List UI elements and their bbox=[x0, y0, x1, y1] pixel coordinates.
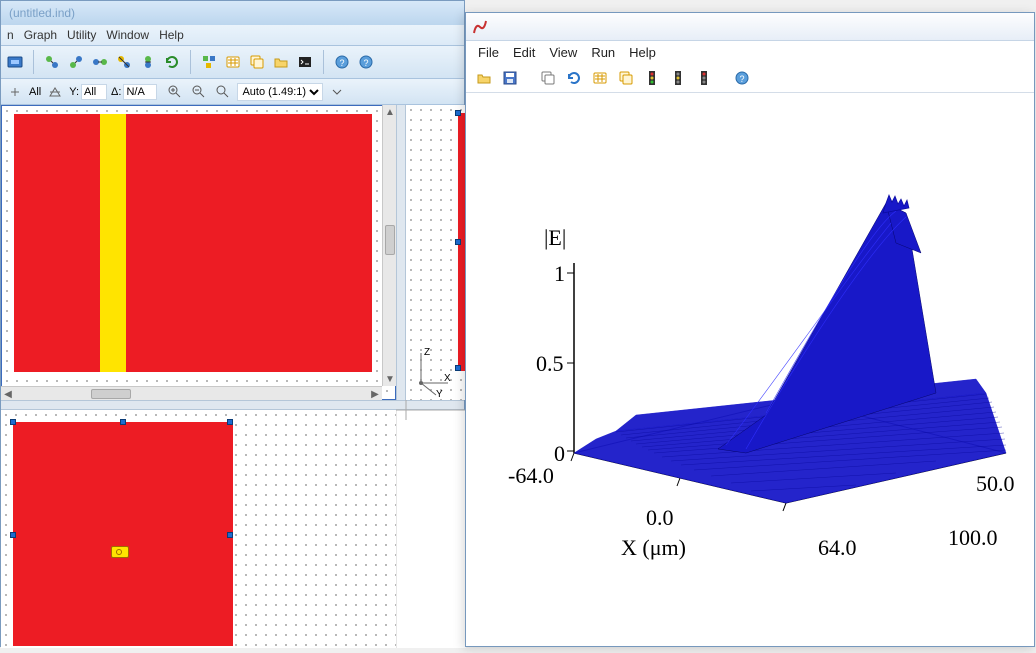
y-field: Y: bbox=[69, 84, 107, 100]
menu-item-help[interactable]: Help bbox=[629, 45, 656, 60]
help-icon[interactable]: ? bbox=[356, 52, 376, 72]
delta-label: Δ: bbox=[111, 86, 121, 98]
pane-top-xy[interactable] bbox=[1, 105, 396, 400]
menu-item-window[interactable]: Window bbox=[106, 28, 149, 42]
svg-text:Z: Z bbox=[424, 347, 430, 358]
plot-area[interactable]: |E| 1 0.5 0 -64.0 0.0 64.0 X (μm) 50.0 1… bbox=[466, 93, 1034, 646]
toolbar-icon[interactable] bbox=[199, 52, 219, 72]
toolbar-icon[interactable] bbox=[42, 52, 62, 72]
open-icon[interactable] bbox=[474, 68, 494, 88]
refresh-icon[interactable] bbox=[162, 52, 182, 72]
zoom-area-icon[interactable] bbox=[213, 82, 233, 102]
yellow-layer[interactable] bbox=[100, 114, 126, 372]
cad-toolbar: ? ? bbox=[1, 45, 464, 79]
zoom-select[interactable]: Auto (1.49:1) bbox=[237, 83, 323, 101]
zoom-in-icon[interactable] bbox=[165, 82, 185, 102]
terminal-icon[interactable] bbox=[295, 52, 315, 72]
cad-title: (untitled.ind) bbox=[9, 6, 75, 20]
cad-area: ◀ ▶ ▲ ▼ Z X Y bbox=[1, 105, 464, 646]
red-structure[interactable] bbox=[14, 114, 372, 372]
cad-window: (untitled.ind) n Graph Utility Window He… bbox=[0, 0, 465, 647]
splitter-horizontal[interactable] bbox=[1, 400, 464, 410]
svg-text:?: ? bbox=[339, 58, 344, 68]
axis-gizmo: Z X Y bbox=[406, 343, 456, 401]
cad-menubar: n Graph Utility Window Help bbox=[1, 25, 464, 45]
copy-icon[interactable] bbox=[247, 52, 267, 72]
run-step-icon[interactable] bbox=[668, 68, 688, 88]
resize-handle[interactable] bbox=[455, 239, 461, 245]
copy-icon[interactable] bbox=[538, 68, 558, 88]
circle-marker bbox=[116, 549, 122, 555]
toolbar-icon[interactable] bbox=[66, 52, 86, 72]
pane-bottom-right[interactable] bbox=[396, 410, 466, 648]
menu-item-view[interactable]: View bbox=[549, 45, 577, 60]
resize-handle[interactable] bbox=[227, 532, 233, 538]
y-label: Y: bbox=[69, 86, 79, 98]
resize-handle[interactable] bbox=[10, 419, 16, 425]
toolbar-separator bbox=[33, 50, 34, 74]
menu-item-utility[interactable]: Utility bbox=[67, 28, 96, 42]
plot-menubar: File Edit View Run Help bbox=[466, 41, 1034, 63]
resize-handle[interactable] bbox=[120, 419, 126, 425]
svg-text:Y: Y bbox=[436, 389, 443, 398]
delta-input[interactable] bbox=[123, 84, 157, 100]
delta-field: Δ: bbox=[111, 84, 157, 100]
toolbar-icon[interactable] bbox=[90, 52, 110, 72]
cad-titlebar: (untitled.ind) bbox=[1, 1, 464, 25]
copy-icon[interactable] bbox=[616, 68, 636, 88]
menu-item-run[interactable]: Run bbox=[591, 45, 615, 60]
scroll-down-icon[interactable]: ▼ bbox=[383, 372, 397, 386]
zoom-out-icon[interactable] bbox=[189, 82, 209, 102]
open-folder-icon[interactable] bbox=[271, 52, 291, 72]
toolbar-icon[interactable] bbox=[114, 52, 134, 72]
plot-window: File Edit View Run Help ? |E| 1 0.5 0 -6… bbox=[465, 12, 1035, 647]
resize-handle[interactable] bbox=[455, 110, 461, 116]
help-icon[interactable]: ? bbox=[332, 52, 352, 72]
all-label: All bbox=[29, 86, 41, 98]
collapse-icon[interactable] bbox=[5, 82, 25, 102]
resize-handle[interactable] bbox=[227, 419, 233, 425]
save-icon[interactable] bbox=[500, 68, 520, 88]
surface-plot bbox=[466, 93, 1036, 653]
toolbar-icon[interactable] bbox=[223, 52, 243, 72]
svg-text:?: ? bbox=[363, 58, 368, 68]
menu-item-edit[interactable]: Edit bbox=[513, 45, 535, 60]
scroll-up-icon[interactable]: ▲ bbox=[383, 105, 397, 119]
scroll-right-icon[interactable]: ▶ bbox=[368, 387, 382, 401]
scrollbar-thumb[interactable] bbox=[385, 225, 395, 255]
scroll-left-icon[interactable]: ◀ bbox=[1, 387, 15, 401]
delta-icon[interactable] bbox=[45, 82, 65, 102]
menu-item-graph[interactable]: Graph bbox=[24, 28, 57, 42]
crosshair bbox=[396, 400, 466, 414]
svg-text:?: ? bbox=[739, 74, 744, 84]
view-control-bar: All Y: Δ: Auto (1.49:1) bbox=[1, 79, 464, 105]
y-input[interactable] bbox=[81, 84, 107, 100]
grid-icon[interactable] bbox=[590, 68, 610, 88]
plot-titlebar[interactable] bbox=[466, 13, 1034, 41]
stop-icon[interactable] bbox=[694, 68, 714, 88]
menu-item-file[interactable]: File bbox=[478, 45, 499, 60]
red-structure-top[interactable] bbox=[13, 422, 233, 646]
resize-handle[interactable] bbox=[10, 532, 16, 538]
plot-toolbar: ? bbox=[466, 63, 1034, 93]
yellow-feature[interactable] bbox=[111, 546, 129, 558]
splitter-vertical[interactable] bbox=[396, 105, 406, 400]
app-icon bbox=[472, 19, 488, 35]
help-icon[interactable]: ? bbox=[732, 68, 752, 88]
menu-item[interactable]: n bbox=[7, 28, 14, 42]
refresh-icon[interactable] bbox=[564, 68, 584, 88]
toolbar-icon[interactable] bbox=[138, 52, 158, 72]
chevron-down-icon[interactable] bbox=[327, 82, 347, 102]
toolbar-separator bbox=[323, 50, 324, 74]
toolbar-separator bbox=[190, 50, 191, 74]
svg-text:X: X bbox=[444, 373, 451, 384]
traffic-light-icon[interactable] bbox=[642, 68, 662, 88]
toolbar-icon[interactable] bbox=[5, 52, 25, 72]
scrollbar-thumb[interactable] bbox=[91, 389, 131, 399]
scrollbar-vertical[interactable]: ▲ ▼ bbox=[382, 105, 396, 386]
scrollbar-horizontal[interactable]: ◀ ▶ bbox=[1, 386, 382, 400]
menu-item-help[interactable]: Help bbox=[159, 28, 184, 42]
pane-bottom[interactable] bbox=[1, 410, 396, 648]
